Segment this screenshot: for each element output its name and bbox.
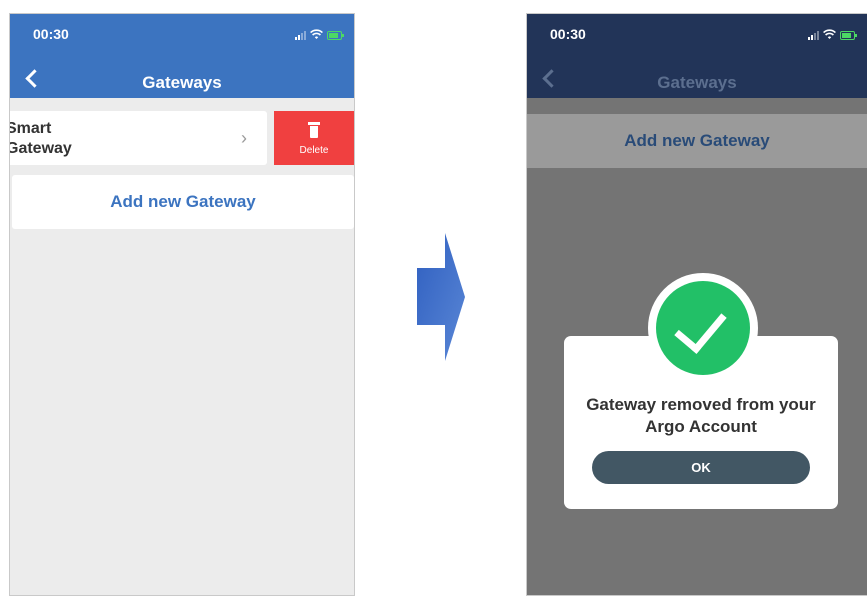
delete-label: Delete	[299, 145, 329, 156]
status-time: 00:30	[33, 26, 69, 42]
phone-screen-after: 00:30 Gateways Add new Gateway Gateway r…	[526, 13, 867, 596]
gateway-name: Smart Gateway	[9, 119, 126, 159]
status-icons	[808, 26, 857, 40]
page-title: Gateways	[142, 73, 222, 92]
gateway-name-line2: Gateway	[9, 140, 72, 157]
add-gateway-button: Add new Gateway	[527, 114, 867, 168]
wifi-icon	[823, 29, 836, 39]
success-badge	[648, 273, 758, 383]
delete-button[interactable]: Delete	[274, 111, 354, 165]
battery-icon	[327, 31, 344, 40]
gateway-name-line1: Smart	[9, 120, 52, 137]
add-gateway-button[interactable]: Add new Gateway	[12, 175, 354, 229]
status-time: 00:30	[550, 26, 586, 42]
checkmark-icon	[656, 281, 750, 375]
chevron-right-icon: ›	[241, 128, 247, 148]
status-icons	[295, 26, 344, 40]
signal-icon	[808, 30, 819, 40]
nav-header: 00:30 Gateways	[527, 14, 867, 98]
page-title: Gateways	[657, 73, 737, 92]
dialog-message-line1: Gateway removed from your	[586, 395, 816, 414]
signal-icon	[295, 30, 306, 40]
trash-icon	[308, 122, 320, 138]
dialog-message-line2: Argo Account	[645, 417, 757, 436]
dialog-message: Gateway removed from your Argo Account	[564, 394, 838, 438]
arrow-right-icon	[417, 233, 465, 361]
gateway-list-item[interactable]: Smart Gateway ›	[9, 111, 267, 165]
ok-button[interactable]: OK	[592, 451, 810, 484]
battery-icon	[840, 31, 857, 40]
nav-header: 00:30 Gateways	[10, 14, 354, 98]
wifi-icon	[310, 29, 323, 39]
phone-screen-before: 00:30 Gateways Smart Gateway › Delete Ad…	[9, 13, 355, 596]
